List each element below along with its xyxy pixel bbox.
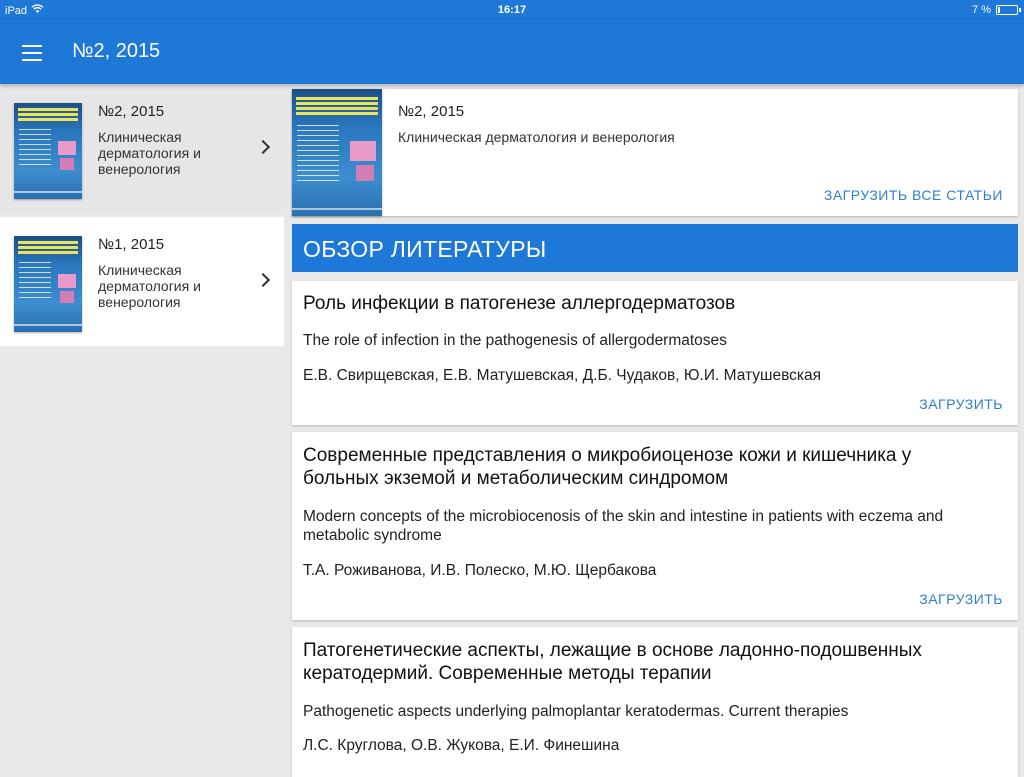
battery-percent: 7 %: [972, 4, 991, 16]
menu-icon[interactable]: [22, 45, 42, 61]
issue-cover-image: [14, 236, 82, 332]
battery-icon: [996, 5, 1021, 15]
download-button[interactable]: ЗАГРУЗИТЬ: [919, 591, 1003, 607]
article-authors: Л.С. Круглова, О.В. Жукова, Е.И. Финешин…: [303, 737, 620, 754]
download-button[interactable]: ЗАГРУЗИТЬ: [919, 396, 1003, 412]
issue-cover-image: [14, 103, 82, 199]
sidebar-issue-item[interactable]: №2, 2015 Клиническая дерматология и вене…: [0, 84, 284, 213]
article-title: Роль инфекции в патогенезе аллергодермат…: [303, 293, 736, 314]
section-header: ОБЗОР ЛИТЕРАТУРЫ: [292, 224, 1018, 272]
section-title: ОБЗОР ЛИТЕРАТУРЫ: [303, 236, 547, 262]
issue-journal: Клиническая дерматология и венерология: [98, 129, 201, 177]
app-bar-title: №2, 2015: [72, 40, 161, 62]
article-title: Патогенетические аспекты, лежащие в осно…: [303, 640, 922, 684]
issues-sidebar: №2, 2015 Клиническая дерматология и вене…: [0, 84, 284, 768]
issue-number: №1, 2015: [98, 236, 165, 253]
issue-number: №2, 2015: [398, 103, 465, 120]
chevron-right-icon: [255, 272, 271, 288]
article-title-en: Pathogenetic aspects underlying palmopla…: [303, 703, 849, 720]
article-card[interactable]: Роль инфекции в патогенезе аллергодермат…: [292, 281, 1018, 425]
article-authors: Т.А. Роживанова, И.В. Полеско, М.Ю. Щерб…: [303, 562, 657, 579]
sidebar-issue-item[interactable]: №1, 2015 Клиническая дерматология и вене…: [0, 217, 284, 346]
issue-cover-image: [292, 89, 382, 216]
status-time: 16:17: [497, 4, 527, 16]
issue-number: №2, 2015: [98, 103, 165, 120]
article-card[interactable]: Патогенетические аспекты, лежащие в осно…: [292, 627, 1018, 777]
status-bar: iPad 16:17 7 %: [0, 0, 1024, 20]
issue-journal: Клиническая дерматология и венерология: [398, 129, 675, 145]
download-all-button[interactable]: ЗАГРУЗИТЬ ВСЕ СТАТЬИ: [824, 187, 1003, 203]
article-card[interactable]: Современные представления о микробиоцено…: [292, 432, 1018, 620]
chevron-right-icon: [255, 139, 271, 155]
issue-journal: Клиническая дерматология и венерология: [98, 262, 201, 310]
article-authors: Е.В. Свирщевская, Е.В. Матушевская, Д.Б.…: [303, 367, 822, 384]
app-bar: №2, 2015: [0, 20, 1024, 84]
article-title-en: The role of infection in the pathogenesi…: [303, 332, 727, 349]
article-title-en: Modern concepts of the microbiocenosis o…: [303, 508, 944, 544]
issue-header-card: №2, 2015 Клиническая дерматология и вене…: [292, 89, 1018, 216]
article-title: Современные представления о микробиоцено…: [303, 445, 912, 489]
